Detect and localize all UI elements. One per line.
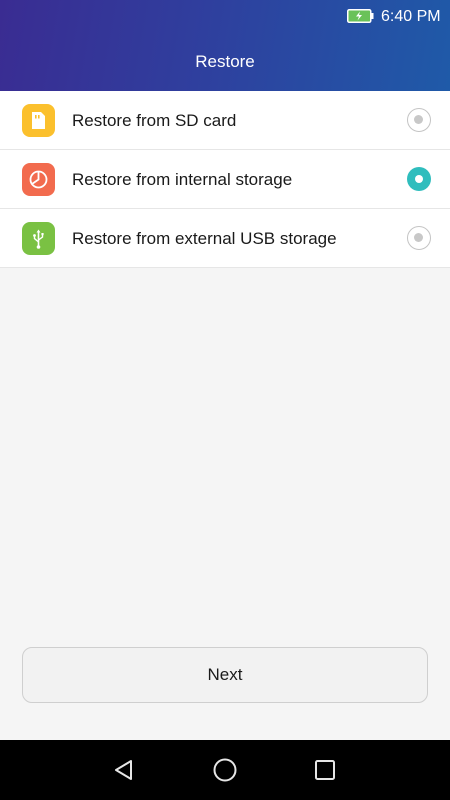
option-label: Restore from internal storage xyxy=(72,170,293,189)
option-radio[interactable] xyxy=(407,108,431,132)
status-bar: 6:40 PM xyxy=(0,0,450,34)
option-sd-card[interactable]: Restore from SD card xyxy=(0,91,450,150)
recents-square-icon[interactable] xyxy=(309,754,341,786)
pie-chart-icon xyxy=(22,163,55,196)
back-triangle-icon[interactable] xyxy=(108,754,140,786)
option-label: Restore from SD card xyxy=(72,111,237,130)
app-header: 6:40 PM Restore xyxy=(0,0,450,91)
usb-icon xyxy=(22,222,55,255)
home-circle-icon[interactable] xyxy=(209,754,241,786)
restore-option-list: Restore from SD card Restore from intern… xyxy=(0,91,450,268)
option-radio[interactable] xyxy=(407,226,431,250)
option-usb-storage[interactable]: Restore from external USB storage xyxy=(0,209,450,268)
option-radio[interactable] xyxy=(407,167,431,191)
page-title: Restore xyxy=(195,52,255,71)
battery-charging-icon xyxy=(347,9,374,23)
navigation-bar xyxy=(0,740,450,800)
option-label: Restore from external USB storage xyxy=(72,229,337,248)
status-time: 6:40 PM xyxy=(381,8,441,25)
option-internal-storage[interactable]: Restore from internal storage xyxy=(0,150,450,209)
next-button[interactable]: Next xyxy=(22,647,428,703)
sd-card-icon xyxy=(22,104,55,137)
